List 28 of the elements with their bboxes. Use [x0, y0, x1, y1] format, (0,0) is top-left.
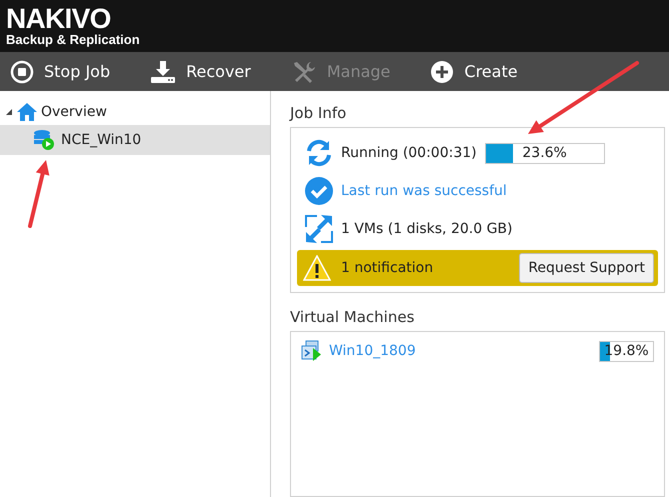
plus-icon: [430, 60, 454, 84]
toolbar-button[interactable]: Recover: [150, 60, 251, 84]
progress-reading: 23.6%: [521, 144, 568, 162]
tree-item-label: Overview: [41, 102, 107, 122]
stop-icon: [10, 60, 34, 84]
section-title: Virtual Machines: [290, 307, 416, 327]
checkmark-icon: [305, 177, 333, 205]
expand-arrows-icon: [305, 215, 333, 243]
annotation-arrow: [28, 160, 50, 228]
section-title: Job Info: [290, 103, 348, 123]
tree-item[interactable]: NCE_Win10: [0, 125, 270, 155]
logo-tagline: Backup & Replication: [6, 33, 141, 47]
download-icon: [150, 60, 176, 84]
expanded-caret-icon[interactable]: [5, 108, 13, 116]
toolbar-button[interactable]: Stop Job: [10, 60, 110, 84]
vm-running-icon: [301, 340, 323, 362]
home-icon: [16, 102, 38, 122]
logo-name: NAKIVO: [6, 5, 112, 33]
request-support-button[interactable]: Request Support: [519, 253, 654, 283]
warning-icon: [303, 255, 331, 281]
toolbar-button[interactable]: Create: [430, 60, 518, 84]
job-running-icon: [33, 129, 55, 151]
tree-item[interactable]: Overview: [0, 99, 270, 125]
status-text: 1 VMs (1 disks, 20.0 GB): [341, 220, 512, 238]
refresh-icon: [305, 139, 333, 167]
status-text: Running (00:00:31): [341, 144, 477, 162]
notification-text: 1 notification: [341, 258, 434, 278]
tree-item-label: NCE_Win10: [61, 130, 142, 150]
